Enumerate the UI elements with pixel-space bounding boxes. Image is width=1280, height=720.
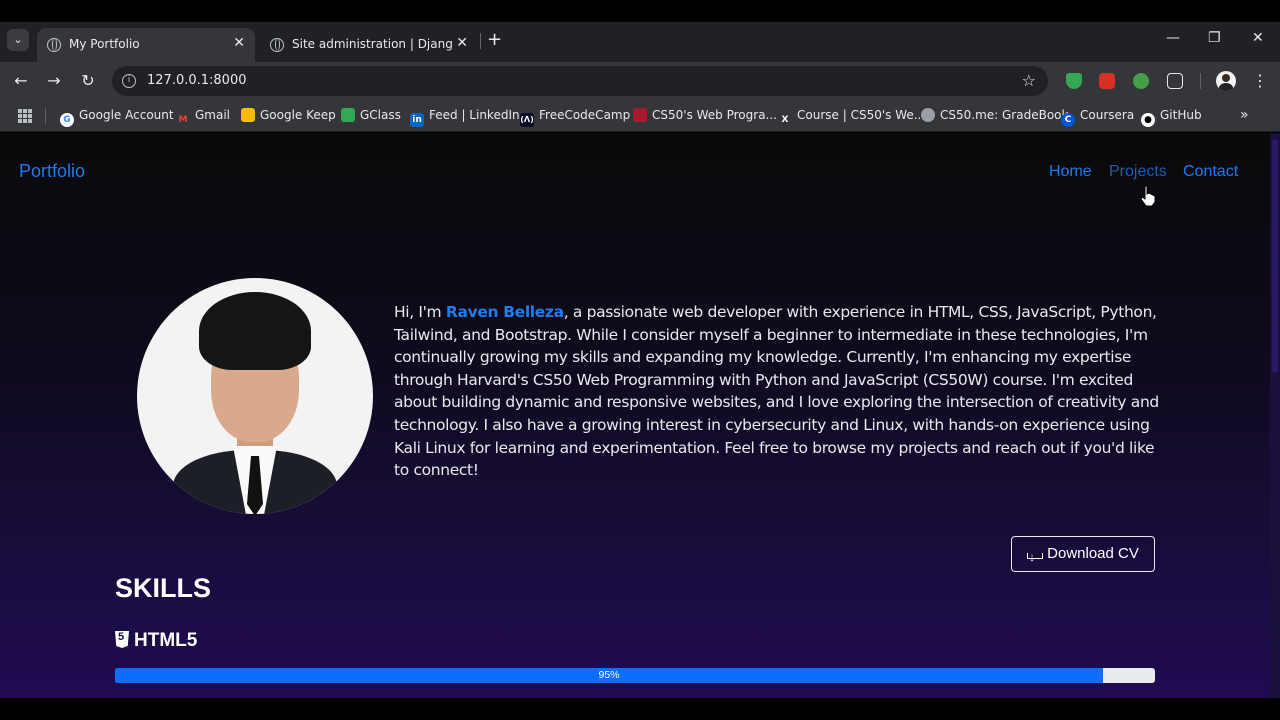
- download-cv-button[interactable]: Download CV: [1011, 536, 1155, 574]
- toolbar-separator: [1200, 73, 1201, 89]
- coursera-icon: C: [1061, 113, 1075, 127]
- nav-projects[interactable]: Projects: [1109, 163, 1167, 181]
- bookmark-cs50-gradebook[interactable]: CS50.me: GradeBook: [921, 108, 1068, 126]
- browser-toolbar: ← → ↻ i 127.0.0.1:8000 ☆ ⋮: [0, 62, 1280, 100]
- puzzle-extensions-icon[interactable]: [1167, 73, 1183, 89]
- tab-title: Site administration | Django site admin: [292, 37, 452, 51]
- close-icon[interactable]: ✕: [233, 35, 245, 51]
- bookmark-label: FreeCodeCamp: [539, 108, 631, 122]
- back-icon[interactable]: ←: [10, 70, 32, 92]
- android-extension-icon[interactable]: [1133, 73, 1149, 89]
- tab-search-button[interactable]: ⌄: [7, 29, 29, 51]
- reload-icon[interactable]: ↻: [77, 70, 99, 92]
- more-bookmarks-icon[interactable]: »: [1240, 107, 1249, 123]
- apps-grid-icon[interactable]: [18, 109, 32, 123]
- address-bar[interactable]: i 127.0.0.1:8000 ☆: [112, 66, 1048, 96]
- bookmark-coursera[interactable]: C Coursera: [1061, 108, 1135, 127]
- bookmark-gmail[interactable]: M Gmail: [176, 108, 231, 126]
- tab-django-admin[interactable]: Site administration | Django site admin …: [260, 28, 478, 62]
- close-window-button[interactable]: ✕: [1252, 30, 1264, 46]
- minimize-button[interactable]: —: [1166, 30, 1180, 46]
- restore-button[interactable]: ❐: [1208, 30, 1221, 46]
- bio-paragraph: Hi, I'm Raven Belleza, a passionate web …: [394, 301, 1164, 482]
- site-info-icon[interactable]: i: [122, 74, 136, 88]
- freecodecamp-icon: (Λ): [520, 113, 534, 127]
- google-icon: G: [60, 113, 74, 127]
- html5-icon: [115, 631, 129, 648]
- bio-name: Raven Belleza: [445, 303, 564, 321]
- bookmark-star-icon[interactable]: ☆: [1022, 71, 1036, 90]
- bio-text: , a passionate web developer with experi…: [394, 303, 1159, 480]
- bookmark-cs50-web[interactable]: CS50's Web Progra...: [633, 108, 777, 126]
- letterbox-top: [0, 0, 1280, 22]
- browser-tabstrip: ⌄ My Portfolio ✕ Site administration | D…: [0, 22, 1280, 62]
- bookmark-label: CS50's Web Progra...: [652, 108, 777, 122]
- scrollbar-thumb[interactable]: [1272, 139, 1278, 373]
- tab-title: My Portfolio: [69, 37, 140, 51]
- bookmarks-bar: G Google Account M Gmail Google Keep GClas…: [0, 100, 1280, 132]
- download-icon: [1027, 541, 1044, 574]
- bio-greeting: Hi, I'm: [394, 303, 446, 321]
- bookmark-github[interactable]: ● GitHub: [1141, 108, 1202, 127]
- tab-separator: [480, 33, 481, 49]
- bookmark-google-keep[interactable]: Google Keep: [241, 108, 336, 126]
- shield-extension-icon[interactable]: [1066, 73, 1082, 89]
- gmail-icon: M: [178, 115, 188, 125]
- url-text[interactable]: 127.0.0.1:8000: [147, 73, 247, 88]
- github-icon: ●: [1141, 113, 1155, 127]
- page-scrollbar[interactable]: [1270, 133, 1280, 698]
- menu-kebab-icon[interactable]: ⋮: [1252, 71, 1268, 90]
- bookmark-label: GClass: [360, 108, 401, 122]
- bookmark-label: Coursera: [1080, 108, 1135, 122]
- edx-icon: X: [781, 115, 789, 125]
- skill-html5: HTML5: [115, 630, 197, 652]
- bookmark-label: GitHub: [1160, 108, 1202, 122]
- bookmark-gclass[interactable]: GClass: [341, 108, 401, 126]
- close-icon[interactable]: ✕: [456, 35, 468, 51]
- bookmark-label: Course | CS50's We...: [797, 108, 926, 122]
- forward-icon[interactable]: →: [43, 70, 65, 92]
- harvard-icon: [633, 108, 647, 122]
- keep-icon: [241, 108, 255, 122]
- bookmark-google-account[interactable]: G Google Account: [60, 108, 174, 127]
- nav-home[interactable]: Home: [1049, 163, 1092, 181]
- profile-avatar-icon[interactable]: [1216, 71, 1236, 91]
- globe-icon: [270, 38, 284, 52]
- bookmark-linkedin[interactable]: in Feed | LinkedIn: [410, 108, 520, 127]
- skills-heading: SKILLS: [115, 573, 212, 603]
- bookmark-label: CS50.me: GradeBook: [940, 108, 1069, 122]
- bookmark-course-cs50[interactable]: X Course | CS50's We...: [778, 108, 926, 126]
- profile-photo: [137, 278, 373, 514]
- page-viewport: Portfolio Home Projects Contact Hi, I'm …: [0, 133, 1270, 698]
- bookmark-label: Feed | LinkedIn: [429, 108, 520, 122]
- download-cv-label: Download CV: [1047, 545, 1139, 562]
- pdf-extension-icon[interactable]: [1099, 73, 1115, 89]
- skill-progress-fill: 95%: [115, 668, 1103, 683]
- linkedin-icon: in: [410, 113, 424, 127]
- letterbox-bottom: [0, 698, 1280, 720]
- skill-progress-bar: 95%: [115, 668, 1155, 683]
- bookmark-label: Google Keep: [260, 108, 336, 122]
- bookmark-label: Google Account: [79, 108, 174, 122]
- bookmark-freecodecamp[interactable]: (Λ) FreeCodeCamp: [520, 108, 631, 127]
- globe-icon: [921, 108, 935, 122]
- bookmark-label: Gmail: [195, 108, 231, 122]
- nav-contact[interactable]: Contact: [1183, 163, 1238, 181]
- new-tab-button[interactable]: +: [487, 30, 502, 50]
- tab-my-portfolio[interactable]: My Portfolio ✕: [37, 28, 255, 62]
- skill-name: HTML5: [134, 630, 198, 651]
- classroom-icon: [341, 108, 355, 122]
- bookmarks-separator: [45, 108, 46, 124]
- globe-icon: [47, 38, 61, 52]
- hand-cursor-icon: [1140, 185, 1156, 207]
- navbar-brand[interactable]: Portfolio: [19, 161, 85, 182]
